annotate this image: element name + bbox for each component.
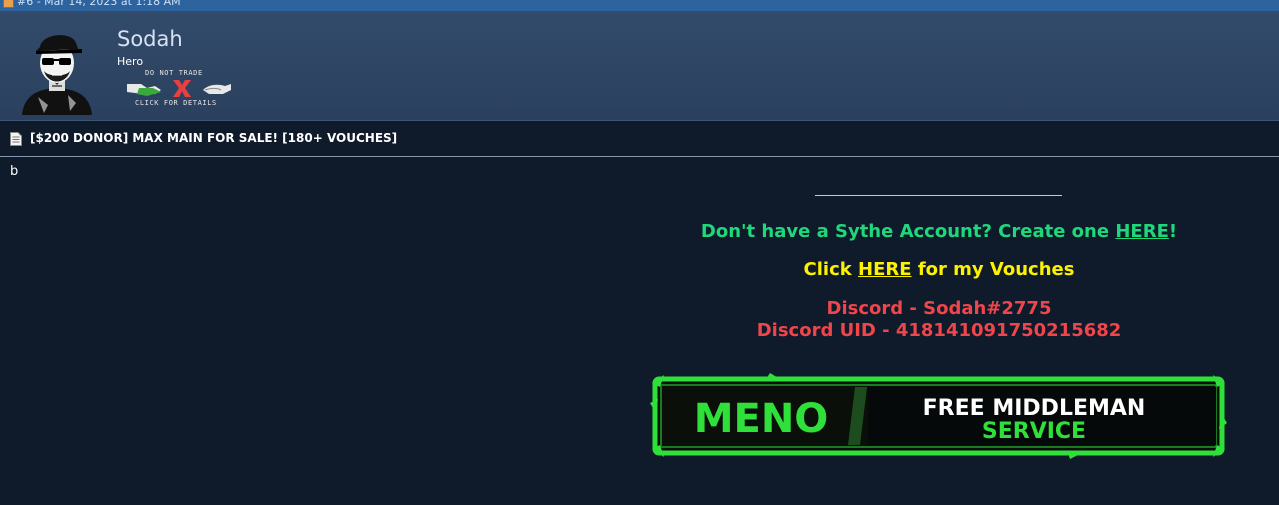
user-title: Hero	[117, 55, 144, 68]
banner-meno-text: MENO	[694, 396, 829, 442]
document-icon	[10, 132, 22, 146]
banner-free-middleman-text: FREE MIDDLEMAN	[923, 396, 1146, 421]
account-prefix: Don't have a Sythe Account? Create one	[700, 221, 1116, 242]
post-timestamp[interactable]: #6 - Mar 14, 2023 at 1:18 AM	[17, 0, 181, 8]
vouches-line: Click HERE for my Vouches	[600, 259, 1278, 280]
account-suffix: !	[1168, 221, 1178, 242]
account-create-link[interactable]: HERE	[1115, 221, 1169, 242]
banner-service-text: SERVICE	[982, 419, 1086, 444]
handshake-cross-icon	[127, 80, 231, 97]
post-meta-bar: #6 - Mar 14, 2023 at 1:18 AM	[0, 0, 1279, 11]
badge-top-text: DO NOT TRADE	[145, 69, 203, 77]
user-header: Sodah Hero DO NOT TRADE CLICK FOR DETAIL…	[0, 11, 1279, 121]
discord-uid: Discord UID - 418141091750215682	[756, 320, 1122, 341]
vouch-suffix: for my Vouches	[911, 259, 1075, 280]
vouch-prefix: Click	[803, 259, 859, 280]
post-body: b	[10, 164, 19, 179]
thread-title-bar: [$200 DONOR] MAX MAIN FOR SALE! [180+ VO…	[0, 121, 1279, 157]
account-line: Don't have a Sythe Account? Create one H…	[600, 221, 1278, 242]
post-icon	[3, 0, 14, 8]
badge-bottom-text: CLICK FOR DETAILS	[135, 99, 217, 107]
signature-divider	[815, 195, 1062, 196]
vouches-link[interactable]: HERE	[858, 259, 912, 280]
username[interactable]: Sodah	[117, 27, 183, 51]
middleman-banner[interactable]: MENO FREE MIDDLEMAN SERVICE	[650, 373, 1227, 459]
avatar[interactable]	[16, 25, 98, 115]
discord-tag: Discord - Sodah#2775	[826, 298, 1052, 319]
do-not-trade-badge[interactable]: DO NOT TRADE CLICK FOR DETAILS	[125, 69, 233, 109]
thread-title[interactable]: [$200 DONOR] MAX MAIN FOR SALE! [180+ VO…	[30, 131, 397, 145]
